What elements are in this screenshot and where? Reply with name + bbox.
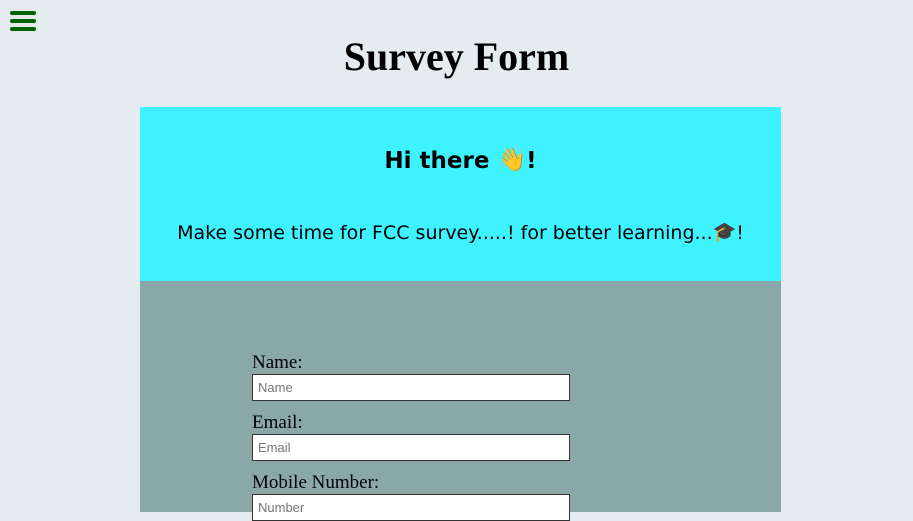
hamburger-menu-icon[interactable]: [10, 11, 36, 33]
email-input[interactable]: [252, 434, 570, 461]
welcome-subtitle-text: Make some time for FCC survey.....! for …: [177, 222, 713, 244]
graduation-cap-icon: 🎓: [712, 220, 737, 243]
welcome-banner: Hi there 👋! Make some time for FCC surve…: [140, 107, 781, 281]
page-title: Survey Form: [343, 34, 570, 79]
survey-form: Name: Email: Mobile Number:: [140, 281, 781, 521]
name-label: Name:: [252, 352, 303, 373]
menu-bar: [10, 11, 36, 15]
mobile-number-label: Mobile Number:: [252, 472, 380, 493]
welcome-subtitle: Make some time for FCC survey.....! for …: [140, 219, 781, 248]
mobile-number-input[interactable]: [252, 494, 570, 521]
name-input[interactable]: [252, 374, 570, 401]
waving-hand-icon: 👋: [497, 146, 527, 173]
welcome-subtitle-suffix: !: [736, 222, 744, 244]
welcome-heading-suffix: !: [526, 148, 537, 174]
welcome-heading: Hi there 👋!: [140, 146, 781, 177]
welcome-heading-text: Hi there: [384, 148, 490, 174]
menu-bar: [10, 27, 36, 31]
menu-bar: [10, 19, 36, 23]
email-label: Email:: [252, 412, 303, 433]
